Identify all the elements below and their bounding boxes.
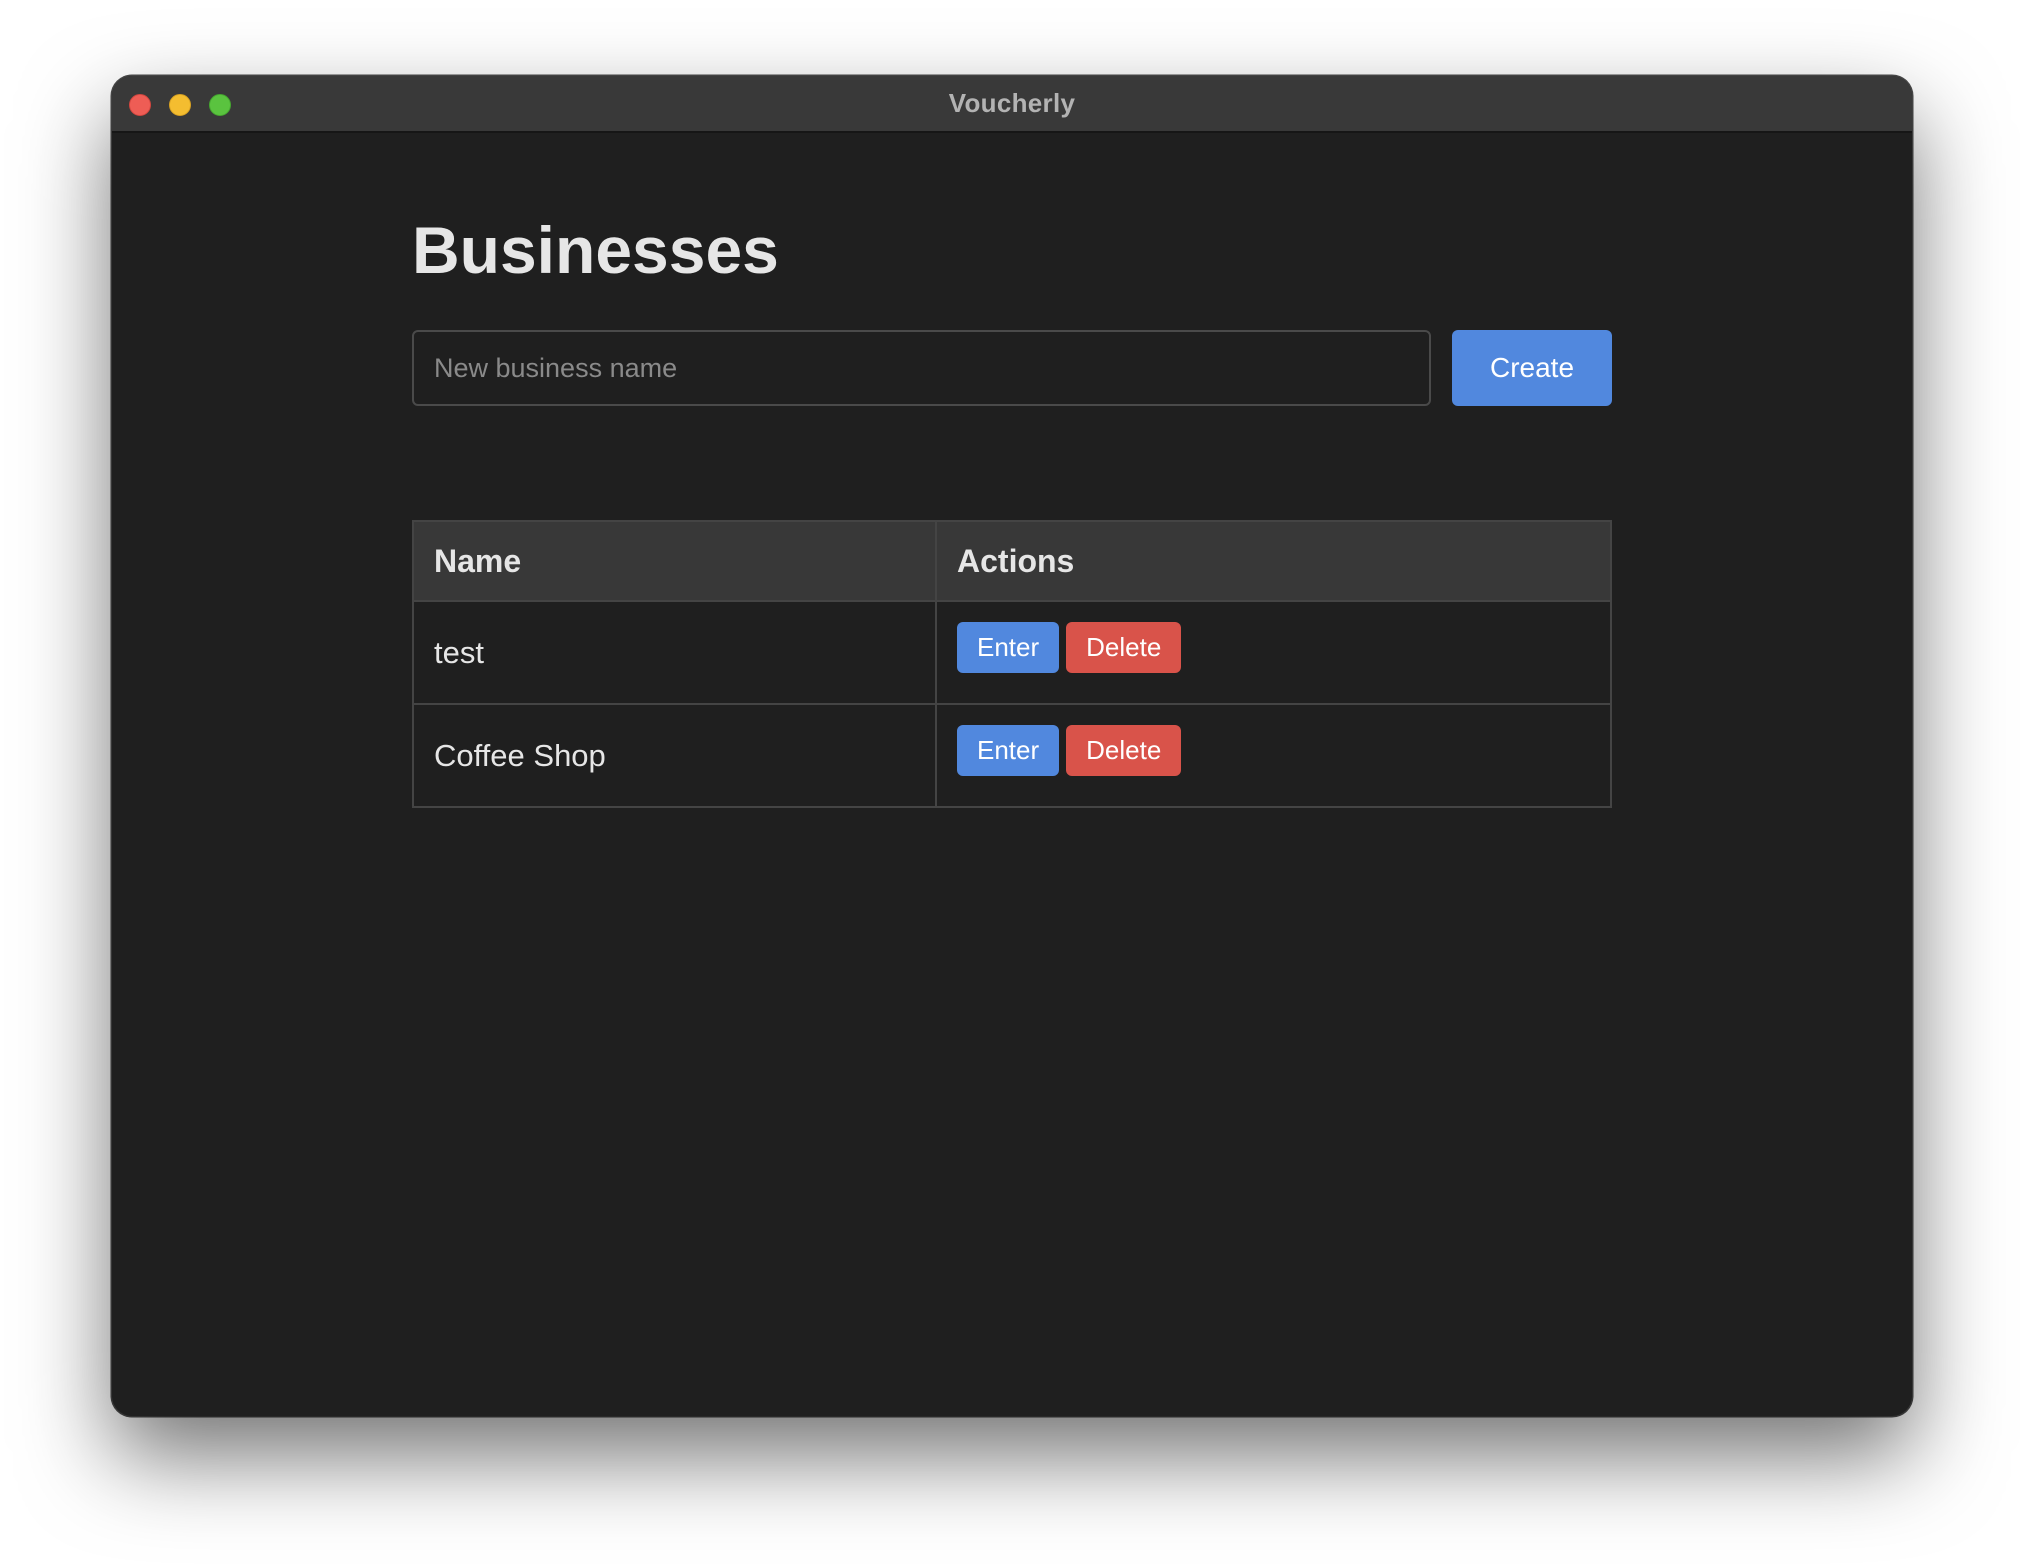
column-header-actions: Actions <box>935 520 1612 602</box>
main-content: Businesses Create Name Actions test Ente… <box>412 212 1612 808</box>
page-title: Businesses <box>412 213 779 287</box>
business-name-cell: Coffee Shop <box>412 703 937 808</box>
title-bar[interactable]: Voucherly <box>112 76 1912 133</box>
column-header-name: Name <box>412 520 937 602</box>
enter-button[interactable]: Enter <box>957 622 1060 673</box>
table-row: Coffee Shop Enter Delete <box>412 703 1612 808</box>
zoom-window-button[interactable] <box>209 94 231 116</box>
delete-button[interactable]: Delete <box>1066 725 1182 776</box>
close-window-button[interactable] <box>129 94 151 116</box>
businesses-table: Name Actions test Enter Delete Coffee Sho… <box>412 520 1612 808</box>
business-name-input[interactable] <box>412 330 1431 406</box>
window-controls <box>129 94 249 116</box>
delete-button[interactable]: Delete <box>1066 622 1182 673</box>
actions-cell: Enter Delete <box>935 600 1612 705</box>
app-window: Voucherly Businesses Create Name Actions… <box>112 76 1912 1416</box>
create-button[interactable]: Create <box>1452 330 1612 406</box>
minimize-window-button[interactable] <box>169 94 191 116</box>
table-header-row: Name Actions <box>412 520 1612 602</box>
actions-cell: Enter Delete <box>935 703 1612 808</box>
enter-button[interactable]: Enter <box>957 725 1060 776</box>
table-row: test Enter Delete <box>412 600 1612 705</box>
business-name-cell: test <box>412 600 937 705</box>
create-business-form: Create <box>412 330 1612 406</box>
window-title: Voucherly <box>948 88 1076 118</box>
